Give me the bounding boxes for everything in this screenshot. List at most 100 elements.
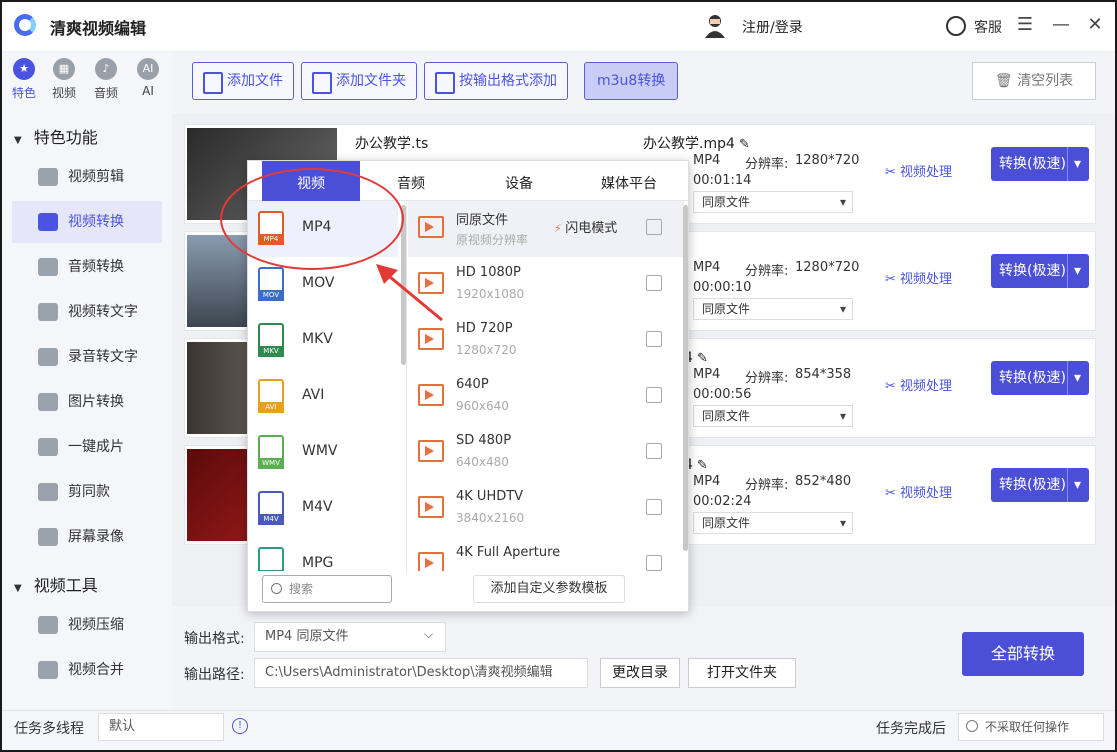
add-file-button[interactable]: 添加文件 [192,62,294,100]
sidebar-item-audio-to-text[interactable]: 录音转文字 [12,336,162,378]
open-folder-button[interactable]: 打开文件夹 [688,658,796,688]
duration: 00:01:14 [693,173,752,188]
edit-icon[interactable] [646,219,662,235]
convert-all-button[interactable]: 全部转换 [962,632,1084,676]
preset-scrollbar[interactable] [683,205,688,551]
preset-resolution: 1920x1080 [456,287,525,301]
preset-resolution: 960x640 [456,399,509,413]
video-edit-icon [38,168,58,186]
format-item-m4v[interactable]: M4V M4V [248,481,398,537]
preset-name: 同原文件 [456,213,509,228]
file-format-icon: AVI [258,379,284,413]
add-by-format-button[interactable]: 按输出格式添加 [424,62,568,100]
video-process-link[interactable]: 视频处理 [885,375,952,394]
threads-label: 任务多线程 [14,721,84,737]
convert-button[interactable]: 转换(极速) [991,468,1089,502]
sidebar-item-video-to-text[interactable]: 视频转文字 [12,291,162,333]
star-icon: ★ [13,58,35,80]
preset-item[interactable]: 同原文件原视频分辨率 闪电模式 [408,201,684,257]
edit-icon[interactable] [646,555,662,571]
info-icon[interactable]: ! [232,718,248,734]
video-preset-icon [418,440,444,462]
format-name: AVI [302,387,325,403]
preset-item[interactable]: 640P 960x640 [408,369,684,425]
section-video-tools[interactable]: 视频工具 [14,572,98,596]
ai-icon: AI [137,58,159,80]
tab-media-platform[interactable]: 媒体平台 [580,161,678,201]
sidebar-item-audio-convert[interactable]: 音频转换 [12,246,162,288]
sidebar-item-one-click[interactable]: 一键成片 [12,426,162,468]
video-process-link[interactable]: 视频处理 [885,161,952,180]
preset-item[interactable]: 4K Full Aperture [408,537,684,571]
login-link[interactable]: 注册/登录 [742,17,803,37]
preset-select[interactable]: 同原文件 [693,405,853,427]
video-preset-icon [418,216,444,238]
menu-icon[interactable]: ☰ [1014,14,1036,35]
video-process-link[interactable]: 视频处理 [885,482,952,501]
duration: 00:00:10 [693,280,752,295]
convert-button[interactable]: 转换(极速) [991,361,1089,395]
tab-device[interactable]: 设备 [470,161,568,201]
video-preset-icon [418,384,444,406]
edit-icon[interactable] [646,499,662,515]
category-ai[interactable]: AI AI [130,58,166,98]
music-icon: ♪ [95,58,117,80]
output-path-field[interactable]: C:\Users\Administrator\Desktop\清爽视频编辑 [254,658,588,688]
duration: 00:00:56 [693,387,752,402]
output-filename[interactable]: 办公教学.mp4 [643,133,750,153]
category-video[interactable]: ▦ 视频 [46,58,82,101]
preset-select[interactable]: 同原文件 [693,512,853,534]
add-folder-button[interactable]: 添加文件夹 [301,62,417,100]
resolution-value: 854*358 [795,367,852,382]
video-process-link[interactable]: 视频处理 [885,268,952,287]
category-audio[interactable]: ♪ 音频 [88,58,124,101]
image-icon [38,393,58,411]
close-icon[interactable]: ✕ [1084,14,1106,35]
user-avatar-icon[interactable] [704,14,726,38]
minimize-icon[interactable]: — [1050,14,1072,35]
service-link[interactable]: 客服 [974,17,1002,37]
format-search-input[interactable]: 搜索 [262,575,392,603]
section-featured[interactable]: 特色功能 [14,124,98,148]
output-path-label: 输出路径: [184,667,245,683]
preset-item[interactable]: 4K UHDTV 3840x2160 [408,481,684,537]
format-item-mpg[interactable]: MPG [248,537,398,571]
output-format: MP4 [693,153,721,168]
sidebar-item-image-convert[interactable]: 图片转换 [12,381,162,423]
preset-name: SD 480P [456,433,512,448]
sidebar-item-compress[interactable]: 视频压缩 [12,604,162,646]
convert-button[interactable]: 转换(极速) [991,254,1089,288]
preset-select[interactable]: 同原文件 [693,298,853,320]
sidebar-item-merge[interactable]: 视频合并 [12,649,162,691]
format-name: MPG [302,555,334,571]
preset-resolution: 640x480 [456,455,509,469]
preset-item[interactable]: SD 480P 640x480 [408,425,684,481]
convert-button[interactable]: 转换(极速) [991,147,1089,181]
after-task-select[interactable]: 不采取任何操作 [958,713,1104,741]
resolution-label: 分辨率: [745,157,789,172]
flash-mode-badge: 闪电模式 [554,217,617,236]
category-featured[interactable]: ★ 特色 [6,58,42,101]
preset-select[interactable]: 同原文件 [693,191,853,213]
change-dir-button[interactable]: 更改目录 [600,658,680,688]
edit-icon[interactable] [646,275,662,291]
clear-list-button[interactable]: 🗑 清空列表 [972,62,1096,100]
chevron-down-icon: ⌵ [424,627,434,641]
edit-icon[interactable] [646,331,662,347]
sidebar-item-template[interactable]: 剪同款 [12,471,162,513]
format-item-wmv[interactable]: WMV WMV [248,425,398,481]
preset-resolution: 1280x720 [456,343,517,357]
m3u8-button[interactable]: m3u8转换 [584,62,679,100]
add-template-button[interactable]: 添加自定义参数模板 [473,575,625,603]
threads-select[interactable]: 默认 [98,713,224,741]
compress-icon [38,616,58,634]
edit-icon[interactable] [646,387,662,403]
format-item-avi[interactable]: AVI AVI [248,369,398,425]
service-icon[interactable] [946,16,966,36]
mic-icon [38,258,58,276]
sidebar-item-video-edit[interactable]: 视频剪辑 [12,156,162,198]
sidebar-item-video-convert[interactable]: 视频转换 [12,201,162,243]
sidebar-item-screen-record[interactable]: 屏幕录像 [12,516,162,558]
output-format-select[interactable]: MP4 同原文件 [254,622,446,652]
edit-icon[interactable] [646,443,662,459]
